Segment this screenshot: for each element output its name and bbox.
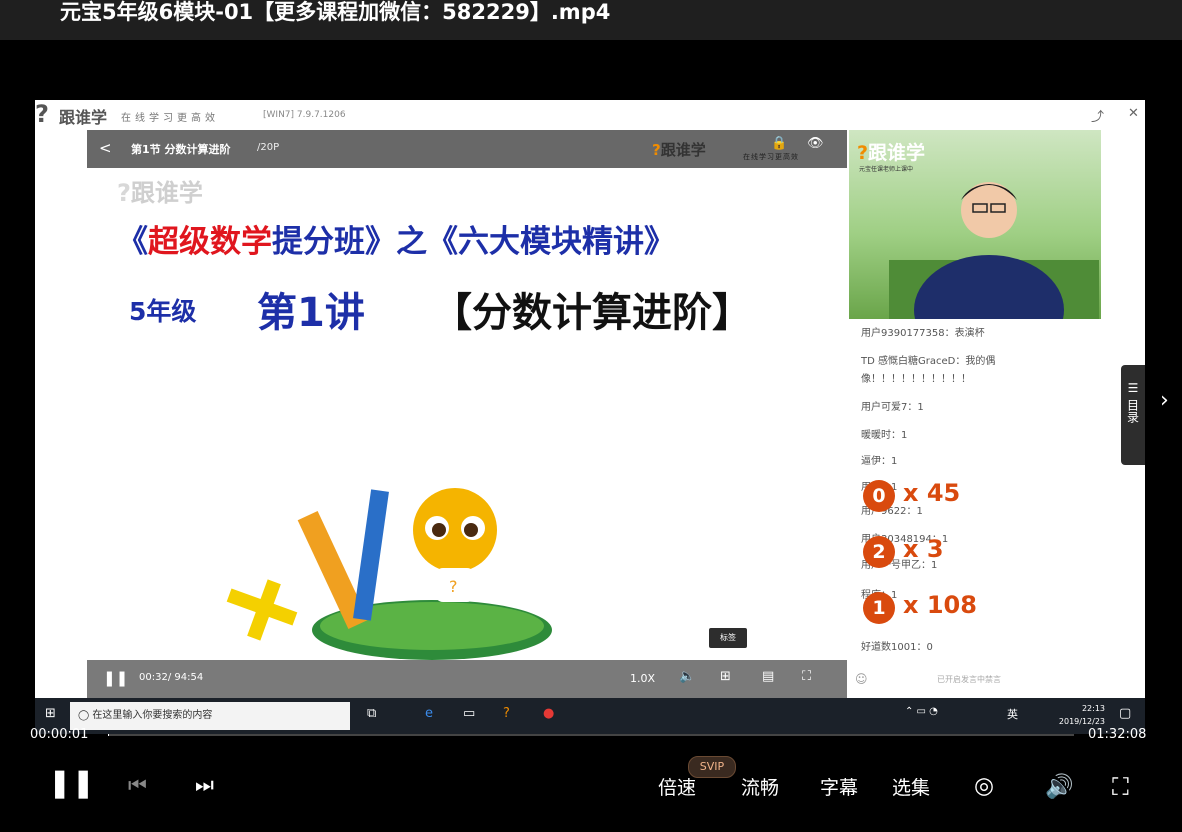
slide-header: < 第1节 分数计算进阶 /20P ?跟谁学 在线学习更高效 🔒 👁 — [87, 130, 847, 168]
teacher-logo-icon: ? — [857, 142, 869, 164]
video-frame[interactable]: ? 跟谁学 在线学习更高效 [WIN7] 7.9.7.1206 ⤴ ✕ < 第1… — [35, 100, 1145, 734]
taskbar-search[interactable]: ◯ 在这里输入你要搜索的内容 — [70, 702, 350, 730]
lesson-slide: < 第1节 分数计算进阶 /20P ?跟谁学 在线学习更高效 🔒 👁 ?跟谁学 … — [87, 130, 847, 698]
notes-icon[interactable]: ▤ — [762, 669, 774, 684]
slide-speed[interactable]: 1.0X — [630, 672, 655, 685]
notification-icon[interactable]: ▢ — [1119, 706, 1131, 721]
topic-title: 【分数计算进阶】 — [432, 290, 752, 336]
next-icon[interactable]: ⏭ — [195, 773, 214, 798]
fullscreen-icon[interactable]: ⛶ — [1112, 773, 1129, 801]
svg-text:?: ? — [449, 577, 458, 596]
chat-input[interactable]: 已开启发言中禁言 — [937, 674, 1181, 692]
progress-fill — [108, 734, 109, 736]
chat-message: 像！！！！！！！！！！ — [861, 374, 971, 385]
quality-button[interactable]: 流畅 — [741, 773, 779, 800]
tray-icons: ⌃ ▭ ◔ — [905, 706, 938, 717]
lecture-label: 第1讲 — [257, 290, 365, 336]
explorer-icon[interactable]: ▭ — [463, 706, 475, 721]
grade-label: 5年级 — [129, 297, 197, 326]
app-version: [WIN7] 7.9.7.1206 — [263, 110, 346, 120]
next-arrow-icon[interactable]: › — [1160, 388, 1169, 413]
tooltip: 标签 — [709, 628, 747, 648]
volume-icon[interactable]: 🔊 — [1045, 773, 1074, 800]
menu-icon: ☰ — [1127, 381, 1139, 395]
windows-start-icon[interactable]: ⊞ — [45, 706, 56, 721]
bookmark-icon[interactable]: ⊞ — [720, 669, 731, 684]
taskbar-clock: 22:13 2019/12/23 — [1045, 702, 1105, 728]
gift-multiplier: x 45 — [903, 479, 961, 507]
svip-badge: SVIP — [688, 756, 736, 778]
chat-message: TD 感慨白糖GraceD：我的偶 — [861, 356, 996, 367]
app-header: ? 跟谁学 在线学习更高效 [WIN7] 7.9.7.1206 ⤴ ✕ — [35, 100, 1145, 130]
chat-message: 好道数1001：0 — [861, 642, 933, 653]
ime-indicator[interactable]: 英 — [1007, 706, 1018, 722]
teacher-figure — [889, 182, 1099, 319]
chat-message: 暖暖时：1 — [861, 430, 908, 441]
chat-message: 逼伊：1 — [861, 456, 898, 467]
taskbar-search-placeholder: 在这里输入你要搜索的内容 — [92, 710, 213, 721]
mascot-illustration: ? — [226, 488, 552, 660]
previous-icon[interactable]: ⏮ — [128, 773, 147, 798]
pause-icon[interactable]: ❚❚ — [48, 766, 95, 799]
course-title: 《超级数学提分班》之《六大模块精讲》 — [117, 224, 675, 260]
gift-multiplier: x 108 — [903, 591, 977, 619]
app-taskbar-icon[interactable]: ? — [503, 706, 510, 721]
close-icon[interactable]: ✕ — [1128, 106, 1139, 121]
brand-question-icon: ? — [652, 141, 661, 159]
pause-icon[interactable]: ❚❚ — [103, 669, 128, 687]
speed-button[interactable]: 倍速 — [658, 773, 696, 800]
task-view-icon[interactable]: ⧉ — [367, 706, 376, 721]
lesson-label: 第1节 分数计算进阶 — [131, 143, 231, 156]
chat-message: 用户9390177358：表演杯 — [861, 328, 985, 339]
subtitle-button[interactable]: 字幕 — [820, 773, 858, 800]
duration: 01:32:08 — [1088, 727, 1147, 742]
gift-badge: 2 — [863, 536, 895, 568]
pencil-blue — [353, 489, 389, 621]
restore-icon[interactable]: ⤴ — [1091, 106, 1104, 125]
catalog-tab[interactable]: ☰ 目录 — [1121, 365, 1145, 465]
windows-taskbar: ⊞ ◯ 在这里输入你要搜索的内容 ⧉ e ▭ ? ● ⌃ ▭ ◔ 英 22:13… — [35, 698, 1145, 734]
chat-message: 用户可爱7：1 — [861, 402, 924, 413]
page-count: /20P — [257, 142, 280, 153]
recorder-icon[interactable]: ● — [543, 706, 554, 721]
eye-icon[interactable]: 👁 — [807, 136, 824, 151]
fullscreen-icon[interactable]: ⛶ — [802, 669, 811, 684]
edge-icon[interactable]: e — [425, 706, 433, 721]
slide-brand-sub: 在线学习更高效 — [743, 153, 799, 161]
taskbar-time: 22:13 — [1081, 704, 1105, 713]
episodes-button[interactable]: 选集 — [892, 773, 930, 800]
right-panel: ?跟谁学 元宝任课老师上课中 用户9390177358：表演杯 TD 感慨白糖G… — [847, 130, 1103, 698]
screenshot-icon[interactable]: ◎ — [974, 773, 994, 799]
lock-icon[interactable]: 🔒 — [771, 136, 787, 151]
gift-badge: 0 — [863, 480, 895, 512]
gift-badge: 1 — [863, 592, 895, 624]
teacher-video[interactable]: ?跟谁学 元宝任课老师上课中 — [849, 130, 1101, 319]
slide-time: 00:32/ 94:54 — [139, 672, 204, 683]
app-logo-icon: ? — [35, 100, 49, 128]
player-title-bar: 元宝5年级6模块-01【更多课程加微信：582229】.mp4 — [0, 0, 1182, 40]
back-icon[interactable]: < — [99, 139, 112, 157]
slide-control-bar: ❚❚ 00:32/ 94:54 1.0X 🔈 ⊞ ▤ ⛶ 标签 — [87, 628, 847, 698]
volume-icon[interactable]: 🔈 — [679, 669, 695, 684]
gift-multiplier: x 3 — [903, 535, 944, 563]
cortana-icon: ◯ — [78, 710, 90, 721]
current-time: 00:00:01 — [30, 727, 89, 742]
slide-brand: ?跟谁学 — [652, 141, 706, 159]
catalog-label: 目录 — [1125, 399, 1140, 423]
app-slogan: 在线学习更高效 — [121, 113, 219, 124]
slide-watermark: ?跟谁学 — [117, 179, 203, 207]
emoji-icon[interactable]: ☺ — [855, 672, 868, 686]
video-title: 元宝5年级6模块-01【更多课程加微信：582229】.mp4 — [60, 0, 611, 24]
progress-bar[interactable] — [108, 734, 1074, 736]
app-logo: 跟谁学 — [59, 108, 108, 127]
